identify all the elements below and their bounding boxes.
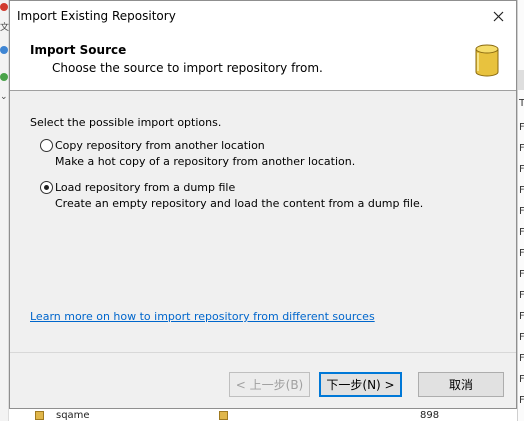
background-row-letter: F — [519, 248, 524, 259]
import-repository-dialog: Import Existing Repository Import Source… — [9, 0, 517, 409]
background-row-letter: F — [519, 227, 524, 238]
option-label[interactable]: Copy repository from another location — [55, 139, 265, 152]
background-row-letter: F — [519, 332, 524, 343]
back-arrow-icon — [0, 46, 8, 54]
background-tree-node: sqame — [56, 410, 90, 421]
next-button[interactable]: 下一步(N) > — [319, 372, 402, 397]
background-row-letter: F — [519, 353, 524, 364]
background-row-letter: F — [519, 311, 524, 322]
footer-separator — [10, 352, 516, 353]
radio-load-dump[interactable] — [40, 181, 53, 194]
dialog-content: Select the possible import options. Copy… — [10, 92, 516, 349]
background-row-letter: F — [519, 185, 524, 196]
refresh-icon — [0, 73, 8, 81]
background-column-header — [518, 70, 524, 90]
background-row-letter: F — [519, 143, 524, 154]
background-row-letter: F — [519, 164, 524, 175]
options-label: Select the possible import options. — [30, 116, 222, 129]
header-title: Import Source — [30, 43, 127, 57]
background-row-letter: F — [519, 395, 524, 406]
background-app-right-edge: T F F F F F F F F F F F F F F — [517, 0, 524, 421]
back-button[interactable]: < 上一步(B) — [229, 372, 310, 397]
background-row-letter: F — [519, 206, 524, 217]
folder-icon — [219, 411, 228, 420]
background-app-left-edge: 文 ⌄ — [0, 0, 9, 421]
learn-more-link[interactable]: Learn more on how to import repository f… — [30, 310, 375, 323]
background-row-letter: F — [519, 374, 524, 385]
radio-copy-repository[interactable] — [40, 139, 53, 152]
close-button[interactable] — [484, 3, 512, 29]
background-row-letter: F — [519, 122, 524, 133]
close-icon — [493, 11, 503, 21]
background-row-letter: F — [519, 290, 524, 301]
cancel-button[interactable]: 取消 — [418, 372, 504, 397]
background-row-letter: F — [519, 269, 524, 280]
app-icon — [0, 3, 8, 11]
title-bar: Import Existing Repository — [10, 1, 516, 32]
background-column-letter: T — [519, 98, 524, 109]
option-label[interactable]: Load repository from a dump file — [55, 181, 235, 194]
chevron-down-icon: ⌄ — [0, 92, 8, 102]
background-tree-value: 898 — [420, 410, 440, 421]
folder-icon — [35, 411, 44, 420]
wizard-header: Import Source Choose the source to impor… — [10, 32, 516, 91]
option-description: Make a hot copy of a repository from ano… — [55, 155, 356, 168]
dialog-title: Import Existing Repository — [17, 9, 176, 23]
header-subtitle: Choose the source to import repository f… — [52, 61, 323, 75]
background-tree-row: sqame 898 — [9, 409, 517, 421]
option-description: Create an empty repository and load the … — [55, 197, 424, 210]
background-menu-glyph: 文 — [0, 23, 10, 33]
database-icon — [475, 44, 499, 77]
